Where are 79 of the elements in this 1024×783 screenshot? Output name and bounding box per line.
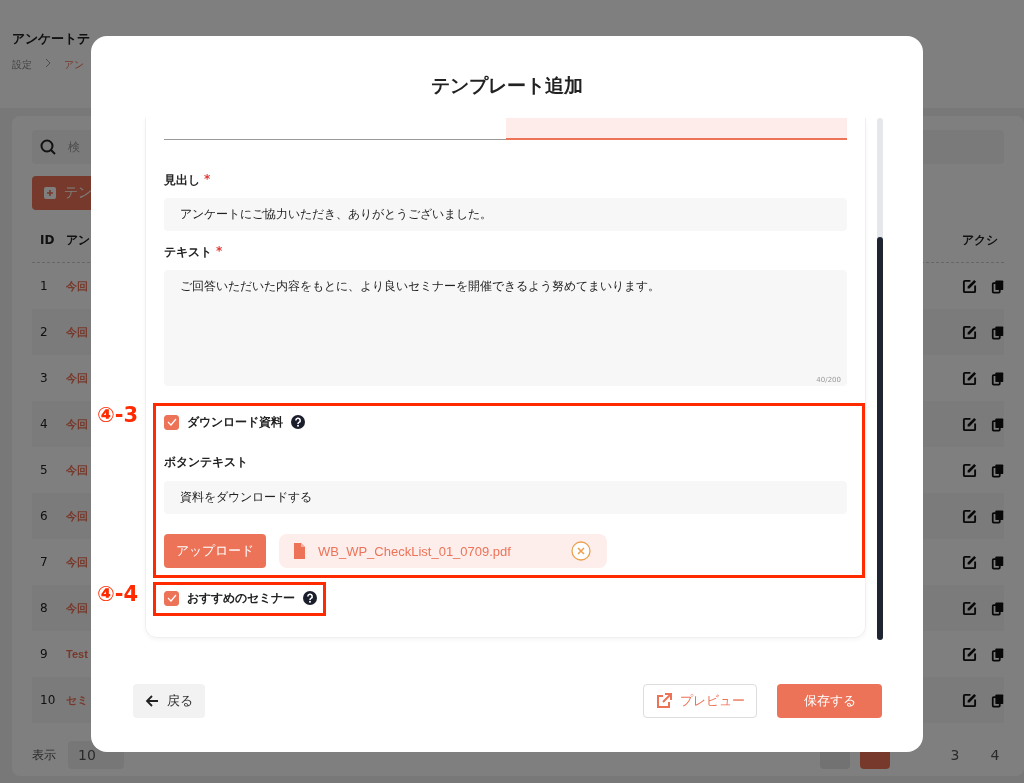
table-cell-text: 3	[40, 371, 49, 385]
edit-icon[interactable]	[962, 692, 977, 708]
field-label: テキスト	[164, 244, 212, 261]
template-link[interactable]: 今回	[66, 279, 88, 292]
required-mark: *	[204, 172, 211, 188]
column-header: アクシ	[962, 231, 999, 249]
tab[interactable]	[505, 118, 847, 140]
save-button[interactable]: 保存する	[777, 684, 882, 718]
check-icon	[166, 417, 177, 427]
copy-icon[interactable]	[991, 692, 1005, 708]
table-cell-text: 8	[40, 601, 49, 615]
input-field[interactable]: アンケートにご協力いただき、ありがとうございました。	[164, 198, 847, 231]
template-link[interactable]: 今回	[66, 371, 88, 384]
chevron-right-icon	[44, 58, 52, 68]
help-icon	[291, 415, 305, 429]
upload-button[interactable]: アップロード	[164, 534, 266, 568]
template-link[interactable]: 今回	[66, 417, 88, 430]
copy-icon[interactable]	[991, 646, 1005, 662]
edit-icon[interactable]	[962, 416, 977, 432]
page-title: アンケートテ	[12, 30, 91, 48]
table-cell-text: 2	[40, 325, 49, 339]
check-icon	[166, 593, 177, 603]
copy-icon[interactable]	[991, 462, 1005, 478]
edit-icon[interactable]	[962, 508, 977, 524]
checkbox[interactable]	[164, 590, 179, 606]
edit-icon[interactable]	[962, 646, 977, 662]
template-link[interactable]: 今回	[66, 463, 88, 476]
table-cell-text: 7	[40, 555, 49, 569]
required-mark: *	[216, 244, 223, 260]
search-icon	[40, 139, 56, 155]
table-cell-text: 4	[40, 417, 49, 431]
table-cell-text: 5	[40, 463, 49, 477]
external-link-icon	[655, 693, 672, 709]
template-link[interactable]: 今回	[66, 325, 88, 338]
table-cell-text: 10	[40, 693, 57, 707]
page-link[interactable]: 3	[940, 747, 970, 763]
page-link[interactable]: 4	[980, 747, 1010, 763]
copy-icon[interactable]	[991, 508, 1005, 524]
table-cell-text: 9	[40, 647, 49, 661]
template-link[interactable]: 今回	[66, 509, 88, 522]
checkbox-label: ダウンロード資料	[187, 413, 283, 431]
edit-icon[interactable]	[962, 554, 977, 570]
annotation-label: ④-3	[97, 403, 139, 427]
input-field[interactable]: 資料をダウンロードする	[164, 481, 847, 514]
template-link[interactable]: 今回	[66, 555, 88, 568]
copy-icon[interactable]	[991, 278, 1005, 294]
checkbox[interactable]	[164, 414, 179, 430]
checkbox-label: おすすめのセミナー	[187, 589, 295, 607]
template-link[interactable]: 今回	[66, 601, 88, 614]
copy-icon[interactable]	[991, 600, 1005, 616]
dialog-title: テンプレート追加	[430, 73, 584, 98]
edit-icon[interactable]	[962, 600, 977, 616]
back-button[interactable]: 戻る	[133, 684, 205, 718]
textarea-value: ご回答いただいた内容をもとに、より良いセミナーを開催できるよう努めてまいります。	[180, 279, 660, 293]
annotation-label: ④-4	[97, 582, 139, 606]
edit-icon[interactable]	[962, 278, 977, 294]
copy-icon[interactable]	[991, 370, 1005, 386]
show-label: 表示	[32, 746, 56, 764]
field-label: 見出し	[164, 172, 200, 189]
preview-button[interactable]: プレビュー	[643, 684, 757, 718]
table-cell-text: 6	[40, 509, 49, 523]
column-header: アン	[66, 231, 91, 249]
edit-icon[interactable]	[962, 462, 977, 478]
file-name: WB_WP_CheckList_01_0709.pdf	[318, 543, 512, 559]
file-icon	[293, 543, 305, 559]
field-label: ボタンテキスト	[164, 454, 248, 471]
copy-icon[interactable]	[991, 324, 1005, 340]
breadcrumb-current: アン	[64, 58, 84, 72]
template-link[interactable]: セミ	[66, 693, 88, 706]
column-header: ID	[40, 233, 56, 247]
arrow-left-icon	[145, 694, 159, 708]
edit-icon[interactable]	[962, 370, 977, 386]
table-cell-text: 1	[40, 279, 49, 293]
copy-icon[interactable]	[991, 554, 1005, 570]
help-icon	[303, 591, 317, 605]
plus-icon	[44, 187, 56, 199]
edit-icon[interactable]	[962, 324, 977, 340]
copy-icon[interactable]	[991, 416, 1005, 432]
template-link[interactable]: Test	[66, 648, 88, 660]
